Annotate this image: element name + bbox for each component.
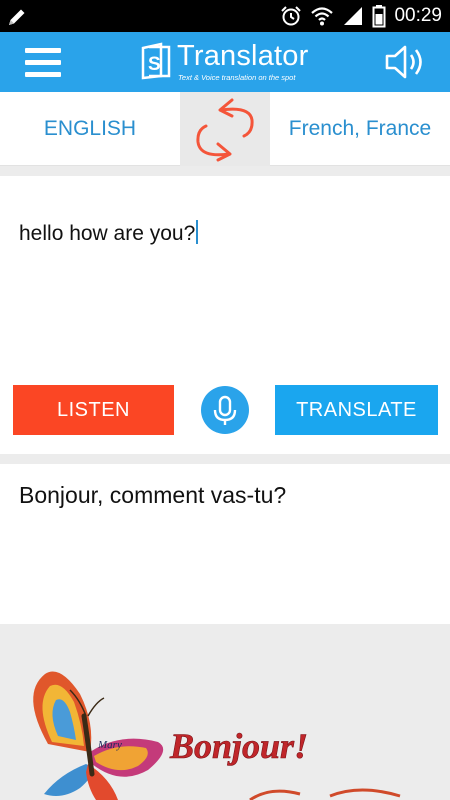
source-text-value: hello how are you? — [19, 222, 196, 245]
microphone-icon — [213, 395, 237, 425]
app-logo: S Translator Text & Voice translation on… — [139, 40, 319, 84]
butterfly-bonjour-image: Mary Bonjour! — [33, 671, 401, 800]
translate-button[interactable]: TRANSLATE — [275, 385, 438, 435]
translated-text: Bonjour, comment vas-tu? — [19, 482, 287, 508]
alarm-icon — [281, 6, 302, 26]
signal-icon — [344, 7, 363, 25]
speaker-icon[interactable] — [384, 41, 428, 83]
source-text-input[interactable]: hello how are you? — [19, 220, 199, 246]
text-cursor — [196, 220, 199, 244]
status-time: 00:29 — [394, 5, 442, 26]
source-language-selector[interactable]: ENGLISH — [0, 92, 180, 166]
status-bar: 00:29 — [0, 0, 450, 32]
ad-banner[interactable]: Mary Bonjour! — [0, 624, 450, 800]
translator-screen: 00:29 S Translator Text & Voice translat… — [0, 0, 450, 800]
output-panel: Bonjour, comment vas-tu? — [0, 464, 450, 624]
app-subtitle: Text & Voice translation on the spot — [178, 73, 296, 82]
translator-logo-icon: S — [141, 42, 171, 80]
app-title: Translator — [177, 40, 309, 72]
banner-text: Bonjour! — [169, 726, 308, 766]
target-language-selector[interactable]: French, France — [270, 92, 450, 166]
language-selector-row: ENGLISH French, France — [0, 92, 450, 166]
swap-arrows-icon — [196, 98, 254, 162]
wifi-icon — [311, 7, 334, 26]
hamburger-menu-icon[interactable] — [23, 42, 63, 82]
pencil-icon — [9, 9, 25, 25]
banner-signature: Mary — [97, 739, 122, 751]
swap-languages-button[interactable] — [180, 92, 270, 166]
svg-text:S: S — [148, 54, 161, 75]
app-bar: S Translator Text & Voice translation on… — [0, 32, 450, 92]
battery-icon — [372, 5, 386, 28]
microphone-button[interactable] — [201, 386, 249, 434]
input-panel: hello how are you? LISTEN TRANSLATE — [0, 176, 450, 454]
listen-button[interactable]: LISTEN — [13, 385, 174, 435]
